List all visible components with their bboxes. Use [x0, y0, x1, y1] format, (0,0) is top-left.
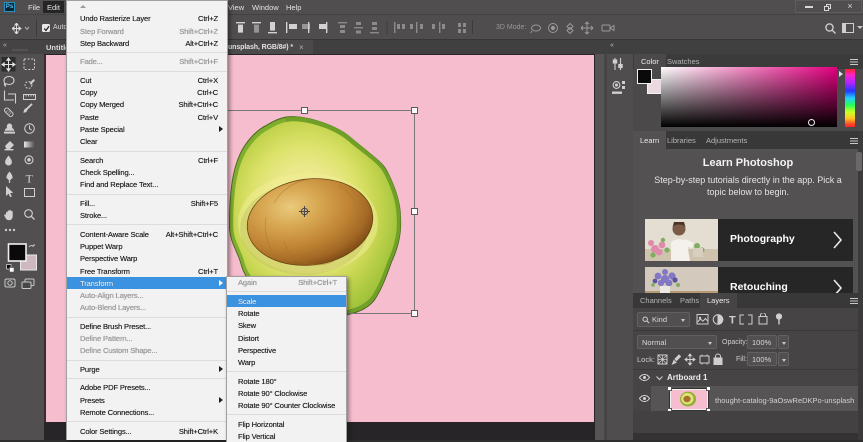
svg-text:T: T	[26, 172, 34, 186]
svg-text:T: T	[729, 315, 736, 327]
